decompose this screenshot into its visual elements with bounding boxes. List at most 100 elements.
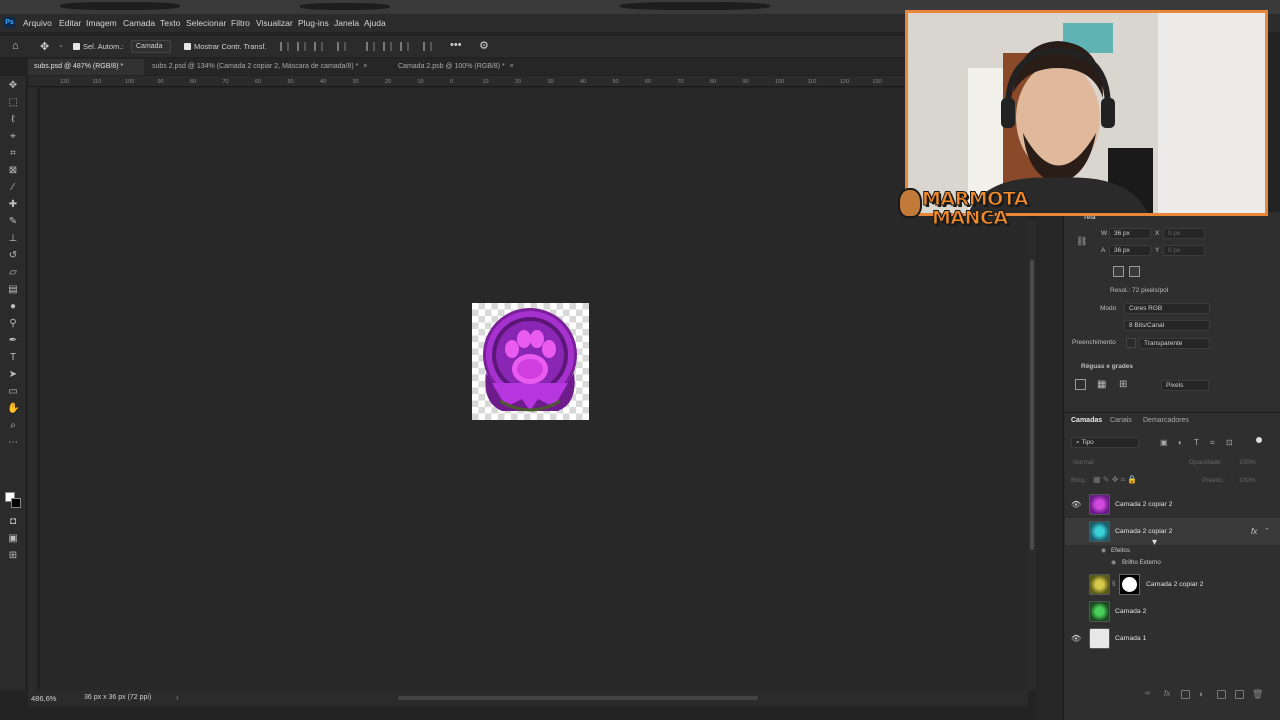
auto-select-dropdown[interactable]: Camada [131, 40, 171, 53]
rectangle-tool-icon[interactable]: ▭ [7, 386, 19, 398]
type-tool-icon[interactable]: T [7, 352, 19, 364]
tab-subs-psd[interactable]: subs.psd @ 487% (RGB/8) * [28, 59, 144, 75]
menu-filtro[interactable]: Filtro [231, 18, 250, 28]
fill-swatch[interactable] [1126, 338, 1136, 348]
move-tool-icon[interactable]: ✥ [7, 80, 19, 92]
fx-icon[interactable]: fx [1251, 527, 1257, 536]
height-field[interactable]: 36 px [1109, 245, 1151, 256]
layer-filter-dropdown[interactable]: ⌕ Tipo [1071, 437, 1139, 448]
add-mask-icon[interactable] [1181, 690, 1190, 699]
close-icon[interactable]: × [510, 63, 514, 70]
quick-mask-icon[interactable]: ◘ [7, 516, 19, 528]
x-field[interactable]: 0 px [1163, 228, 1205, 239]
menu-janela[interactable]: Janela [334, 18, 359, 28]
tab-camada2-psb[interactable]: Camada 2.psb @ 100% (RGB/8) * × [392, 59, 527, 75]
path-select-tool-icon[interactable]: ➤ [7, 369, 19, 381]
bit-depth-dropdown[interactable]: 8 Bits/Canal [1124, 320, 1210, 331]
distribute-vertical-icon[interactable] [423, 42, 432, 51]
menu-arquivo[interactable]: Arquivo [23, 18, 52, 28]
align-bottom-icon[interactable] [400, 42, 409, 51]
brush-tool-icon[interactable]: ✎ [7, 216, 19, 228]
visibility-eye-icon[interactable]: 👁 [1071, 500, 1081, 509]
menu-selecionar[interactable]: Selecionar [186, 18, 226, 28]
landscape-orientation-icon[interactable] [1129, 266, 1140, 277]
new-layer-icon[interactable] [1235, 690, 1244, 699]
filter-type-icon[interactable]: T [1194, 438, 1199, 447]
more-tools-icon[interactable]: ⋯ [7, 437, 19, 449]
blend-mode[interactable]: Normal [1073, 459, 1094, 466]
filter-image-icon[interactable]: ▣ [1160, 438, 1168, 447]
eyedropper-tool-icon[interactable]: ⁄ [7, 182, 19, 194]
vertical-scrollbar[interactable] [1028, 220, 1036, 690]
menu-imagem[interactable]: Imagem [86, 18, 117, 28]
guides-icon[interactable]: ⊞ [1119, 379, 1127, 390]
gradient-tool-icon[interactable]: ▤ [7, 284, 19, 296]
tab-channels[interactable]: Canais [1110, 417, 1132, 424]
scrollbar-thumb[interactable] [1030, 260, 1034, 550]
document-canvas[interactable] [472, 303, 589, 420]
artboard-icon[interactable]: ⊞ [7, 550, 19, 562]
fill-dropdown[interactable]: Transparente [1139, 338, 1210, 349]
history-brush-icon[interactable]: ↺ [7, 250, 19, 262]
link-layers-icon[interactable]: ∞ [1145, 690, 1150, 697]
layer-mask-thumbnail[interactable] [1119, 574, 1140, 595]
align-top-icon[interactable] [366, 42, 375, 51]
screen-mode-icon[interactable]: ▣ [7, 533, 19, 545]
tab-layers[interactable]: Camadas [1071, 417, 1102, 424]
eye-small-icon[interactable]: ◉ [1111, 559, 1116, 566]
outer-glow-label[interactable]: Brilho Externo [1122, 559, 1161, 566]
more-options-icon[interactable]: ••• [450, 39, 462, 51]
filter-shape-icon[interactable]: ⌗ [1210, 438, 1215, 448]
opacity-value[interactable]: 100% [1239, 459, 1256, 466]
align-left-icon[interactable] [280, 42, 289, 51]
chevron-right-icon[interactable]: › [176, 693, 179, 702]
home-icon[interactable]: ⌂ [12, 40, 19, 52]
crop-tool-icon[interactable]: ⌗ [7, 148, 19, 160]
show-transform-checkbox[interactable] [184, 43, 191, 50]
menu-editar[interactable]: Editar [59, 18, 81, 28]
filter-smart-icon[interactable]: ⊡ [1226, 438, 1233, 447]
zoom-level[interactable]: 486,6% [31, 694, 56, 703]
chevron-down-icon[interactable]: ⌄ [58, 41, 64, 49]
menu-texto[interactable]: Texto [160, 18, 180, 28]
stamp-tool-icon[interactable]: ⊥ [7, 233, 19, 245]
move-tool-icon[interactable]: ✥ [40, 40, 49, 53]
layer-row-selected[interactable]: Camada 2 copiar 2 fx ⌃ [1065, 518, 1280, 545]
layer-row[interactable]: 👁 Camada 2 copiar 2 [1065, 491, 1280, 518]
filter-adjust-icon[interactable]: ◐ [1178, 438, 1183, 447]
align-middle-icon[interactable] [383, 42, 392, 51]
horizontal-scrollbar[interactable] [398, 696, 758, 700]
mode-dropdown[interactable]: Cores RGB [1124, 303, 1210, 314]
marquee-tool-icon[interactable]: ⬚ [7, 97, 19, 109]
pen-tool-icon[interactable]: ✒ [7, 335, 19, 347]
lock-pixels-icon[interactable]: ▦ ✎ ✥ ⌗ 🔒 [1093, 475, 1137, 485]
portrait-orientation-icon[interactable] [1113, 266, 1124, 277]
layer-row[interactable]: 👁 Camada 1 [1065, 625, 1280, 652]
new-group-icon[interactable] [1217, 690, 1226, 699]
fill-opacity-value[interactable]: 100% [1239, 477, 1256, 484]
filter-toggle[interactable] [1256, 437, 1262, 443]
hand-tool-icon[interactable]: ✋ [7, 403, 19, 415]
layer-row[interactable]: § Camada 2 copiar 2 [1065, 571, 1280, 598]
gear-icon[interactable]: ⚙ [479, 39, 489, 52]
quick-select-tool-icon[interactable]: ⌖ [7, 131, 19, 143]
menu-plugins[interactable]: Plug-ins [298, 18, 329, 28]
tab-paths[interactable]: Demarcadores [1143, 417, 1189, 424]
eraser-tool-icon[interactable]: ▱ [7, 267, 19, 279]
zoom-tool-icon[interactable]: ⌕ [7, 420, 19, 432]
chevron-up-icon[interactable]: ⌃ [1264, 527, 1270, 535]
ruler-icon[interactable] [1075, 379, 1086, 390]
tab-subs2-psd[interactable]: subs 2.psd @ 134% (Camada 2 copiar 2, Má… [146, 59, 388, 75]
background-color-swatch[interactable] [11, 498, 21, 508]
grid-icon[interactable]: ▦ [1097, 379, 1106, 390]
menu-visualizar[interactable]: Visualizar [256, 18, 293, 28]
y-field[interactable]: 0 px [1163, 245, 1205, 256]
healing-tool-icon[interactable]: ✚ [7, 199, 19, 211]
layer-row[interactable]: Camada 2 [1065, 598, 1280, 625]
eye-small-icon[interactable]: ◉ [1101, 547, 1106, 554]
adjustment-layer-icon[interactable]: ◐ [1199, 689, 1204, 699]
dodge-tool-icon[interactable]: ⚲ [7, 318, 19, 330]
document-info[interactable]: 36 px x 36 px (72 ppi) [84, 694, 151, 701]
visibility-eye-icon[interactable]: 👁 [1071, 634, 1081, 643]
lasso-tool-icon[interactable]: ℓ [7, 114, 19, 126]
